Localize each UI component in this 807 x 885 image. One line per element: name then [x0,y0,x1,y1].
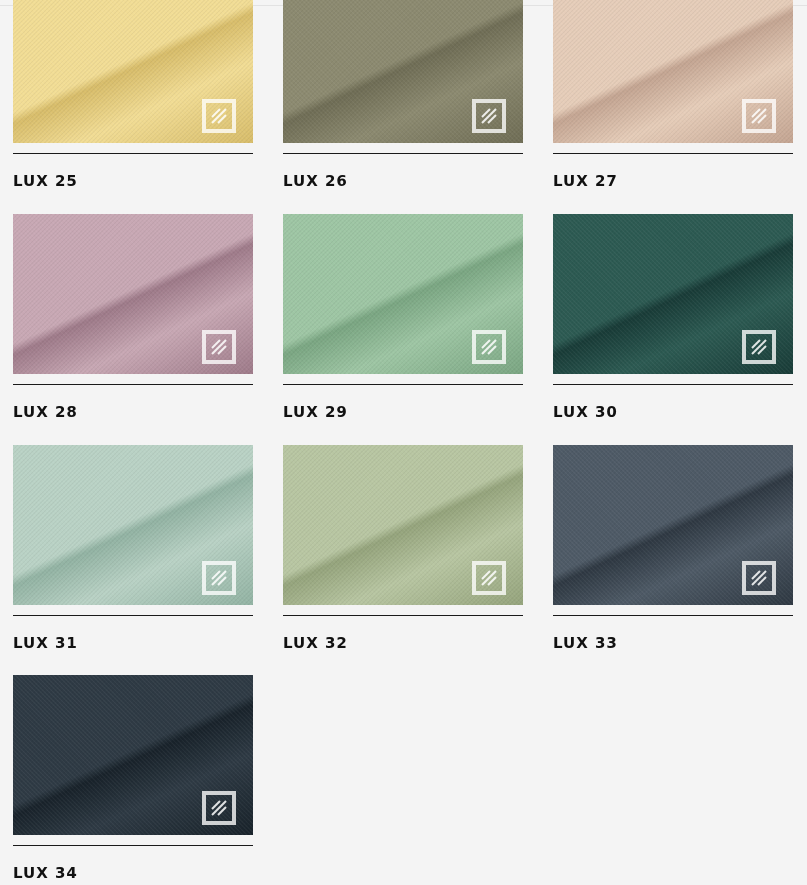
swatch-divider [553,153,793,154]
pattern-tile-icon[interactable] [472,561,506,595]
swatch-image[interactable] [553,445,793,605]
swatch-label: LUX 33 [553,634,618,652]
swatch-image[interactable] [13,214,253,374]
swatch-label: LUX 29 [283,403,348,421]
swatch-card[interactable]: LUX 29 [283,214,523,421]
swatch-label: LUX 34 [13,864,78,882]
swatch-label: LUX 30 [553,403,618,421]
swatch-image[interactable] [13,445,253,605]
swatch-divider [13,384,253,385]
swatch-image[interactable] [283,0,523,143]
swatch-label: LUX 32 [283,634,348,652]
swatch-image[interactable] [13,0,253,143]
swatch-card[interactable]: LUX 31 [13,445,253,652]
pattern-tile-icon[interactable] [742,330,776,364]
swatch-divider [553,615,793,616]
swatch-card[interactable]: LUX 28 [13,214,253,421]
swatch-divider [13,615,253,616]
swatch-label: LUX 25 [13,172,78,190]
swatch-image[interactable] [553,214,793,374]
swatch-card[interactable]: LUX 32 [283,445,523,652]
swatch-divider [283,615,523,616]
swatch-image[interactable] [13,675,253,835]
swatch-divider [13,845,253,846]
swatch-image[interactable] [283,214,523,374]
swatch-card[interactable]: LUX 34 [13,675,253,882]
swatch-card[interactable]: LUX 30 [553,214,793,421]
swatch-divider [283,153,523,154]
swatch-image[interactable] [283,445,523,605]
pattern-tile-icon[interactable] [472,99,506,133]
swatch-divider [13,153,253,154]
swatch-card[interactable]: LUX 27 [553,0,793,190]
swatch-label: LUX 28 [13,403,78,421]
swatch-divider [553,384,793,385]
pattern-tile-icon[interactable] [202,99,236,133]
swatch-divider [283,384,523,385]
swatch-label: LUX 27 [553,172,618,190]
swatch-card[interactable]: LUX 25 [13,0,253,190]
swatch-card[interactable]: LUX 26 [283,0,523,190]
pattern-tile-icon[interactable] [742,561,776,595]
pattern-tile-icon[interactable] [202,791,236,825]
pattern-tile-icon[interactable] [202,330,236,364]
pattern-tile-icon[interactable] [742,99,776,133]
pattern-tile-icon[interactable] [202,561,236,595]
pattern-tile-icon[interactable] [472,330,506,364]
swatch-label: LUX 31 [13,634,78,652]
swatch-label: LUX 26 [283,172,348,190]
swatch-image[interactable] [553,0,793,143]
swatch-card[interactable]: LUX 33 [553,445,793,652]
